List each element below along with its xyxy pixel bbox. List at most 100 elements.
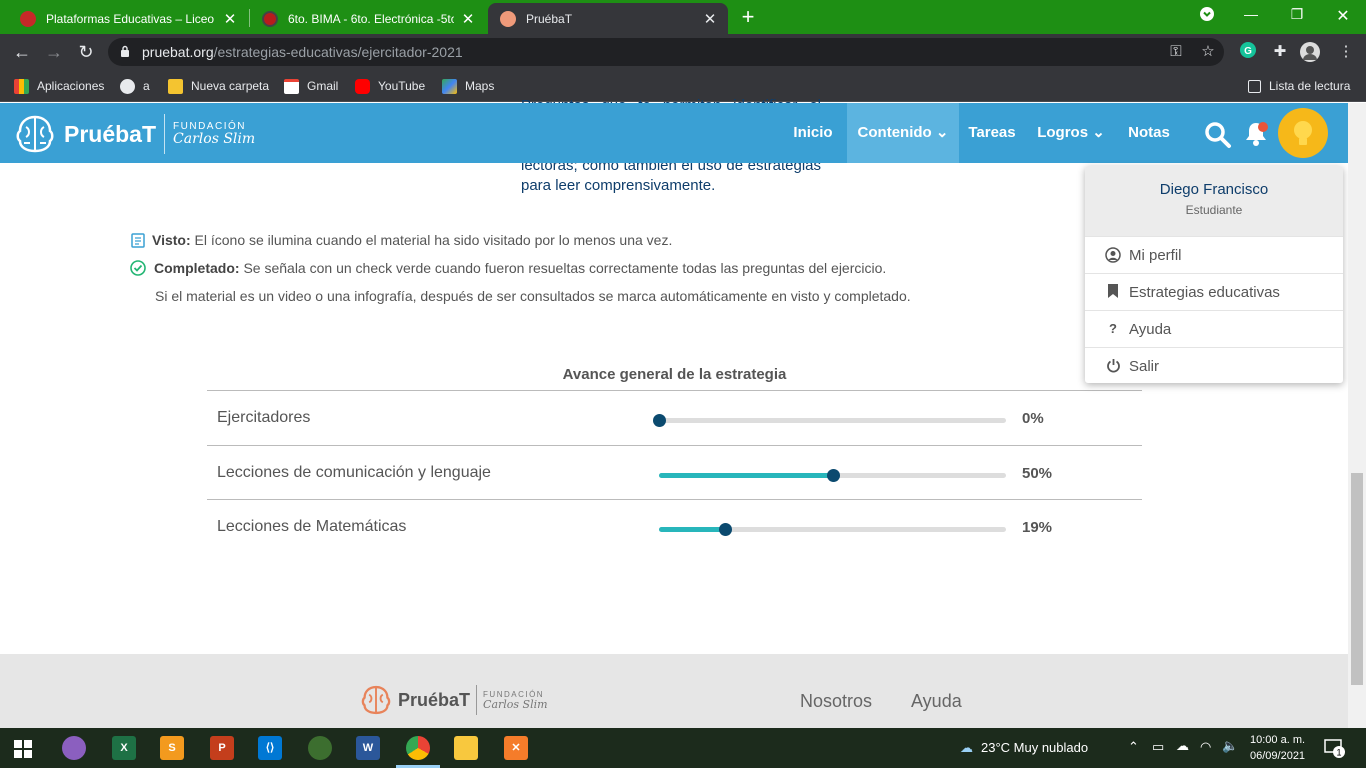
notification-bell-icon[interactable] xyxy=(1242,120,1270,148)
star-icon[interactable]: ☆ xyxy=(1198,42,1218,62)
bookmark-youtube[interactable]: YouTube xyxy=(355,76,425,96)
menu-item-ayuda[interactable]: ? Ayuda xyxy=(1085,310,1343,347)
address-bar[interactable]: pruebat.org/estrategias-educativas/ejerc… xyxy=(108,38,1224,66)
visto-label: Visto: xyxy=(152,232,191,248)
sublime-app-icon[interactable]: S xyxy=(160,736,184,760)
notification-center-icon[interactable]: 1 xyxy=(1324,738,1346,761)
forward-arrow-icon[interactable]: → xyxy=(42,40,66,64)
foundation-signature: Carlos Slim xyxy=(173,131,256,147)
user-role: Estudiante xyxy=(1185,203,1243,217)
powerpoint-app-icon[interactable]: P xyxy=(210,736,234,760)
youtube-icon xyxy=(355,78,370,94)
excel-app-icon[interactable]: X xyxy=(112,736,136,760)
bookmark-label: a xyxy=(143,79,150,93)
menu-kebab-icon[interactable]: ⋮ xyxy=(1336,42,1356,62)
page-scrollbar[interactable] xyxy=(1348,103,1366,728)
menu-item-label: Mi perfil xyxy=(1129,246,1182,264)
bookmark-maps[interactable]: Maps xyxy=(442,76,494,96)
nav-tareas[interactable]: Tareas xyxy=(963,103,1021,163)
site-logo[interactable]: PruébaT FUNDACIÓN Carlos Slim xyxy=(14,111,255,157)
menu-item-mi-perfil[interactable]: Mi perfil xyxy=(1085,236,1343,273)
progress-title: Avance general de la estrategia xyxy=(562,366,787,383)
progress-row: Lecciones de comunicación y lenguaje 50% xyxy=(207,445,1142,499)
progress-fill xyxy=(659,473,833,478)
menu-item-salir[interactable]: Salir xyxy=(1085,347,1343,383)
progress-fill xyxy=(659,527,725,532)
reload-icon[interactable]: ↻ xyxy=(74,40,98,64)
progress-thumb xyxy=(653,414,666,427)
xampp-app-icon[interactable]: ✕ xyxy=(504,736,528,760)
search-icon[interactable] xyxy=(1204,121,1232,149)
footer-logo[interactable]: PruébaT FUNDACIÓN Carlos Slim xyxy=(360,684,548,716)
progress-row: Lecciones de Matemáticas 19% xyxy=(207,499,1142,553)
word-app-icon[interactable]: W xyxy=(356,736,380,760)
site-header: PruébaT FUNDACIÓN Carlos Slim Inicio Con… xyxy=(0,103,1348,163)
nav-notas[interactable]: Notas xyxy=(1120,103,1178,163)
browser-tab-strip: Plataformas Educativas – Liceo Ca ✕ 6to.… xyxy=(0,0,1366,34)
clock-date: 06/09/2021 xyxy=(1250,750,1306,762)
bookmark-apps[interactable]: Aplicaciones xyxy=(14,76,104,96)
vscode-app-icon[interactable]: ⟨⟩ xyxy=(258,736,282,760)
nav-contenido[interactable]: Contenido ⌄ xyxy=(847,103,959,163)
volume-icon[interactable]: 🔈 xyxy=(1222,738,1238,754)
progress-track xyxy=(659,523,1006,536)
user-avatar-button[interactable] xyxy=(1278,108,1328,158)
scrollbar-thumb[interactable] xyxy=(1351,473,1363,685)
profile-avatar-icon[interactable] xyxy=(1300,42,1320,62)
wifi-icon[interactable]: ◠ xyxy=(1200,739,1211,755)
legend-note: Si el material es un video o una infogra… xyxy=(155,288,911,304)
app-icon[interactable] xyxy=(308,736,332,760)
tab-title: PruébaT xyxy=(526,11,573,26)
clock[interactable]: 10:00 a. m. 06/09/2021 xyxy=(1250,732,1305,764)
minimize-icon[interactable]: — xyxy=(1236,6,1266,26)
tray-chevron-icon[interactable]: ⌃ xyxy=(1128,739,1139,755)
progress-thumb xyxy=(718,523,732,536)
clock-time: 10:00 a. m. xyxy=(1250,734,1306,746)
bookmark-label: Gmail xyxy=(307,79,339,93)
lightbulb-icon xyxy=(1294,121,1312,145)
key-icon[interactable]: ⚿ xyxy=(1166,42,1186,62)
user-menu-header: Diego Francisco Estudiante xyxy=(1085,166,1343,236)
menu-item-estrategias[interactable]: Estrategias educativas xyxy=(1085,273,1343,310)
nav-inicio[interactable]: Inicio xyxy=(786,103,840,163)
legend-visto: Visto: El ícono se ilumina cuando el mat… xyxy=(130,232,672,248)
footer-link-ayuda[interactable]: Ayuda xyxy=(911,691,962,712)
onedrive-cloud-icon[interactable]: ☁ xyxy=(1176,738,1189,754)
weather-widget[interactable]: ☁ 23°C Muy nublado xyxy=(960,740,1088,756)
back-arrow-icon[interactable]: ← xyxy=(10,40,34,64)
bookmark-label: Maps xyxy=(465,79,495,93)
tab-close-icon[interactable]: ✕ xyxy=(702,10,718,28)
url-text: pruebat.org/estrategias-educativas/ejerc… xyxy=(142,44,463,60)
paint-app-icon[interactable] xyxy=(62,736,86,760)
maps-icon xyxy=(442,78,457,94)
window-close-icon[interactable]: ✕ xyxy=(1328,6,1358,26)
nav-logros[interactable]: Logros ⌄ xyxy=(1032,103,1110,163)
browser-tab[interactable]: Plataformas Educativas – Liceo Ca ✕ xyxy=(8,3,248,34)
bookmark-a[interactable]: a xyxy=(120,76,150,96)
grammarly-icon[interactable]: G xyxy=(1238,42,1258,62)
browser-tab-active[interactable]: PruébaT ✕ xyxy=(488,3,728,34)
tab-search-icon[interactable] xyxy=(1192,6,1222,26)
browser-tab[interactable]: 6to. BIMA - 6to. Electrónica -5to. ✕ xyxy=(250,3,486,34)
footer-link-nosotros[interactable]: Nosotros xyxy=(800,691,872,712)
tab-close-icon[interactable]: ✕ xyxy=(222,10,238,28)
tab-favicon-icon xyxy=(262,10,278,27)
extensions-puzzle-icon[interactable]: ✚ xyxy=(1270,42,1290,62)
windows-start-icon[interactable] xyxy=(14,740,32,758)
file-explorer-icon[interactable] xyxy=(454,736,478,760)
tab-close-icon[interactable]: ✕ xyxy=(460,10,476,28)
bookmark-gmail[interactable]: Gmail xyxy=(284,76,338,96)
reading-list-button[interactable]: Lista de lectura xyxy=(1248,76,1350,96)
chrome-app-icon[interactable] xyxy=(406,736,430,760)
bookmark-nueva-carpeta[interactable]: Nueva carpeta xyxy=(168,76,269,96)
user-circle-icon xyxy=(1105,247,1121,263)
progress-label: Lecciones de comunicación y lenguaje xyxy=(217,464,491,481)
lock-icon xyxy=(121,45,129,57)
progress-track xyxy=(659,469,1006,482)
weather-cloud-icon: ☁ xyxy=(960,740,973,755)
progress-row: Ejercitadores 0% xyxy=(207,390,1142,444)
new-tab-button[interactable]: + xyxy=(736,6,760,30)
restore-icon[interactable]: ❐ xyxy=(1282,6,1312,26)
foundation-logo: FUNDACIÓN Carlos Slim xyxy=(173,121,255,147)
battery-icon[interactable]: ▭ xyxy=(1152,739,1164,755)
